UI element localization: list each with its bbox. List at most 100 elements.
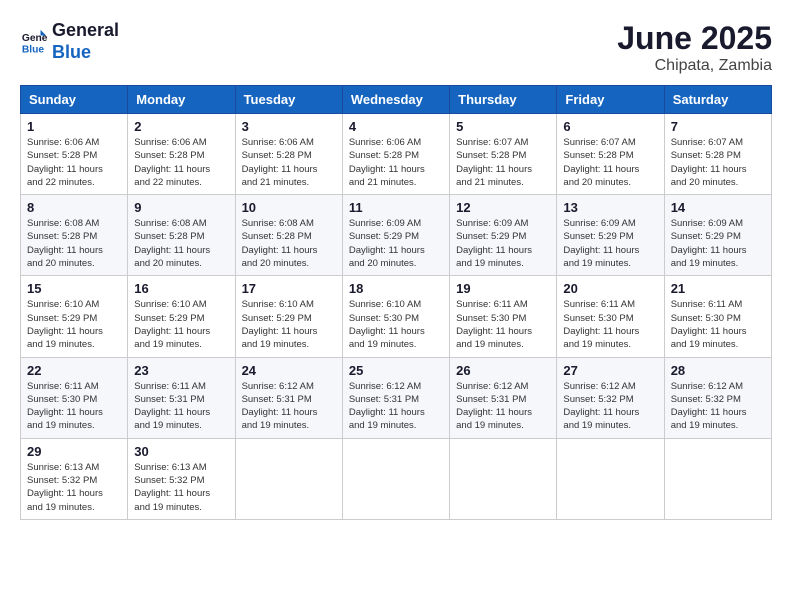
calendar-cell: 14 Sunrise: 6:09 AMSunset: 5:29 PMDayligh… [664,195,771,276]
day-info: Sunrise: 6:11 AMSunset: 5:30 PMDaylight:… [456,298,550,351]
day-number: 10 [242,200,336,215]
day-number: 11 [349,200,443,215]
day-info: Sunrise: 6:08 AMSunset: 5:28 PMDaylight:… [134,217,228,270]
day-number: 25 [349,363,443,378]
logo: General Blue GeneralBlue [20,20,119,63]
day-number: 12 [456,200,550,215]
day-info: Sunrise: 6:09 AMSunset: 5:29 PMDaylight:… [671,217,765,270]
calendar-cell [450,438,557,519]
calendar-row-5: 29 Sunrise: 6:13 AMSunset: 5:32 PMDayligh… [21,438,772,519]
calendar-cell: 29 Sunrise: 6:13 AMSunset: 5:32 PMDayligh… [21,438,128,519]
day-info: Sunrise: 6:09 AMSunset: 5:29 PMDaylight:… [456,217,550,270]
col-friday: Friday [557,86,664,114]
calendar-cell: 2 Sunrise: 6:06 AMSunset: 5:28 PMDaylight… [128,114,235,195]
calendar-cell: 16Sunrise: 6:10 AMSunset: 5:29 PMDayligh… [128,276,235,357]
calendar-cell: 12 Sunrise: 6:09 AMSunset: 5:29 PMDayligh… [450,195,557,276]
day-number: 23 [134,363,228,378]
calendar-cell: 5 Sunrise: 6:07 AMSunset: 5:28 PMDaylight… [450,114,557,195]
col-tuesday: Tuesday [235,86,342,114]
day-info: Sunrise: 6:12 AMSunset: 5:32 PMDaylight:… [563,380,657,433]
calendar-cell: 18 Sunrise: 6:10 AMSunset: 5:30 PMDayligh… [342,276,449,357]
day-number: 28 [671,363,765,378]
calendar-cell: 21 Sunrise: 6:11 AMSunset: 5:30 PMDayligh… [664,276,771,357]
day-number: 13 [563,200,657,215]
calendar-cell: 17 Sunrise: 6:10 AMSunset: 5:29 PMDayligh… [235,276,342,357]
day-info: Sunrise: 6:09 AMSunset: 5:29 PMDaylight:… [349,217,443,270]
logo-icon: General Blue [20,28,48,56]
calendar-cell: 9 Sunrise: 6:08 AMSunset: 5:28 PMDaylight… [128,195,235,276]
day-number: 27 [563,363,657,378]
calendar-cell: 4 Sunrise: 6:06 AMSunset: 5:28 PMDaylight… [342,114,449,195]
day-info: Sunrise: 6:13 AMSunset: 5:32 PMDaylight:… [27,461,121,514]
calendar-cell [342,438,449,519]
col-monday: Monday [128,86,235,114]
day-info: Sunrise: 6:07 AMSunset: 5:28 PMDaylight:… [671,136,765,189]
day-number: 20 [563,281,657,296]
calendar-cell: 13 Sunrise: 6:09 AMSunset: 5:29 PMDayligh… [557,195,664,276]
day-number: 7 [671,119,765,134]
day-number: 21 [671,281,765,296]
day-number: 14 [671,200,765,215]
day-info: Sunrise: 6:10 AMSunset: 5:29 PMDaylight:… [242,298,336,351]
col-thursday: Thursday [450,86,557,114]
page-header: General Blue GeneralBlue June 2025 Chipa… [20,20,772,75]
calendar-cell [664,438,771,519]
calendar-cell [557,438,664,519]
day-number: 2 [134,119,228,134]
day-info: Sunrise: 6:08 AMSunset: 5:28 PMDaylight:… [27,217,121,270]
calendar-row-1: 1 Sunrise: 6:06 AMSunset: 5:28 PMDaylight… [21,114,772,195]
day-number: 17 [242,281,336,296]
day-info: Sunrise: 6:13 AMSunset: 5:32 PMDaylight:… [134,461,228,514]
day-number: 18 [349,281,443,296]
calendar-cell: 1 Sunrise: 6:06 AMSunset: 5:28 PMDaylight… [21,114,128,195]
calendar-cell: 26 Sunrise: 6:12 AMSunset: 5:31 PMDayligh… [450,357,557,438]
calendar-row-2: 8Sunrise: 6:08 AMSunset: 5:28 PMDaylight… [21,195,772,276]
calendar-cell: 25 Sunrise: 6:12 AMSunset: 5:31 PMDayligh… [342,357,449,438]
calendar-cell: 3Sunrise: 6:06 AMSunset: 5:28 PMDaylight… [235,114,342,195]
calendar-cell: 20 Sunrise: 6:11 AMSunset: 5:30 PMDayligh… [557,276,664,357]
calendar-cell: 6Sunrise: 6:07 AMSunset: 5:28 PMDaylight… [557,114,664,195]
logo-text: GeneralBlue [52,20,119,63]
calendar-cell: 15Sunrise: 6:10 AMSunset: 5:29 PMDayligh… [21,276,128,357]
col-wednesday: Wednesday [342,86,449,114]
day-number: 1 [27,119,121,134]
day-info: Sunrise: 6:08 AMSunset: 5:28 PMDaylight:… [242,217,336,270]
day-info: Sunrise: 6:11 AMSunset: 5:30 PMDaylight:… [27,380,121,433]
day-number: 9 [134,200,228,215]
day-number: 15 [27,281,121,296]
day-info: Sunrise: 6:09 AMSunset: 5:29 PMDaylight:… [563,217,657,270]
calendar-cell: 19Sunrise: 6:11 AMSunset: 5:30 PMDayligh… [450,276,557,357]
day-info: Sunrise: 6:12 AMSunset: 5:31 PMDaylight:… [349,380,443,433]
day-number: 30 [134,444,228,459]
day-info: Sunrise: 6:06 AMSunset: 5:28 PMDaylight:… [349,136,443,189]
day-info: Sunrise: 6:10 AMSunset: 5:30 PMDaylight:… [349,298,443,351]
day-number: 29 [27,444,121,459]
col-saturday: Saturday [664,86,771,114]
day-info: Sunrise: 6:12 AMSunset: 5:31 PMDaylight:… [456,380,550,433]
calendar-header-row: Sunday Monday Tuesday Wednesday Thursday… [21,86,772,114]
day-number: 22 [27,363,121,378]
svg-text:Blue: Blue [22,44,45,55]
day-info: Sunrise: 6:11 AMSunset: 5:30 PMDaylight:… [563,298,657,351]
day-info: Sunrise: 6:11 AMSunset: 5:30 PMDaylight:… [671,298,765,351]
day-info: Sunrise: 6:07 AMSunset: 5:28 PMDaylight:… [456,136,550,189]
calendar-cell: 27 Sunrise: 6:12 AMSunset: 5:32 PMDayligh… [557,357,664,438]
day-info: Sunrise: 6:12 AMSunset: 5:31 PMDaylight:… [242,380,336,433]
calendar-cell: 7 Sunrise: 6:07 AMSunset: 5:28 PMDaylight… [664,114,771,195]
calendar-row-4: 22 Sunrise: 6:11 AMSunset: 5:30 PMDayligh… [21,357,772,438]
calendar-row-3: 15 Sunrise: 6:10 AMSunset: 5:29 PMDayligh… [21,276,772,357]
calendar-table: Sunday Monday Tuesday Wednesday Thursday… [20,85,772,520]
day-info: Sunrise: 6:07 AMSunset: 5:28 PMDaylight:… [563,136,657,189]
calendar-cell: 8Sunrise: 6:08 AMSunset: 5:28 PMDaylight… [21,195,128,276]
day-info: Sunrise: 6:06 AMSunset: 5:28 PMDaylight:… [134,136,228,189]
location: Chipata, Zambia [617,57,772,75]
day-info: Sunrise: 6:06 AMSunset: 5:28 PMDaylight:… [27,136,121,189]
day-number: 3 [242,119,336,134]
day-number: 16 [134,281,228,296]
calendar-cell [235,438,342,519]
calendar-cell: 10 Sunrise: 6:08 AMSunset: 5:28 PMDayligh… [235,195,342,276]
calendar-cell: 28Sunrise: 6:12 AMSunset: 5:32 PMDayligh… [664,357,771,438]
day-number: 26 [456,363,550,378]
day-number: 5 [456,119,550,134]
day-number: 4 [349,119,443,134]
